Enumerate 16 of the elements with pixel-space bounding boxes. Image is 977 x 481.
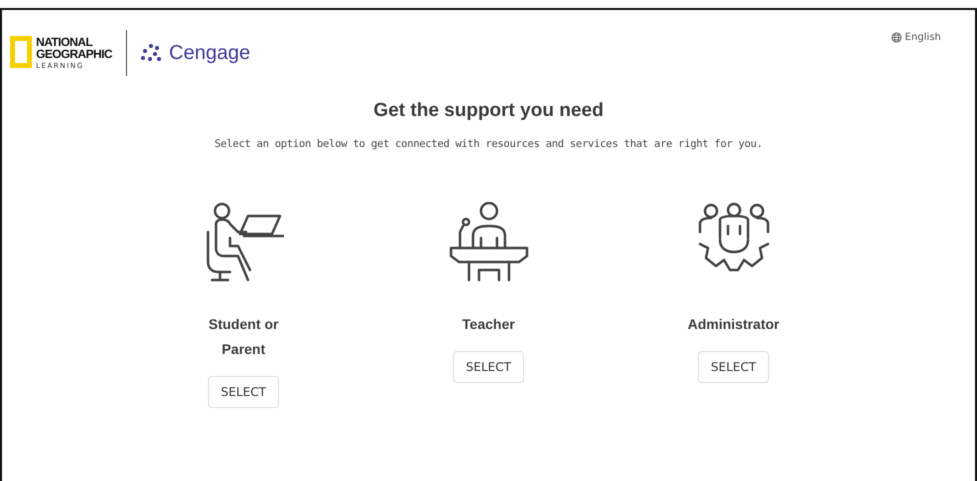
role-label: Administrator xyxy=(686,315,780,334)
select-button[interactable]: SELECT xyxy=(208,376,280,408)
role-label: Student or Parent xyxy=(208,315,280,359)
brand-name: Cengage xyxy=(169,42,250,64)
dots-logo-icon xyxy=(141,44,162,62)
logo-text: GEOGRAPHIC xyxy=(36,48,112,60)
speaker-at-podium-icon xyxy=(448,202,528,282)
page-heading: Get the support you need xyxy=(372,100,605,122)
rectangle-frame-icon xyxy=(10,36,32,68)
select-button[interactable]: SELECT xyxy=(452,351,524,383)
language-button[interactable]: English xyxy=(890,32,941,43)
globe-icon xyxy=(890,32,902,43)
select-button[interactable]: SELECT xyxy=(698,351,770,383)
logo-text: NATIONAL xyxy=(36,36,94,48)
role-label: Teacher xyxy=(461,315,516,334)
page-subheading: Select an option below to get connected with resources and services that are right for you. xyxy=(214,138,764,150)
